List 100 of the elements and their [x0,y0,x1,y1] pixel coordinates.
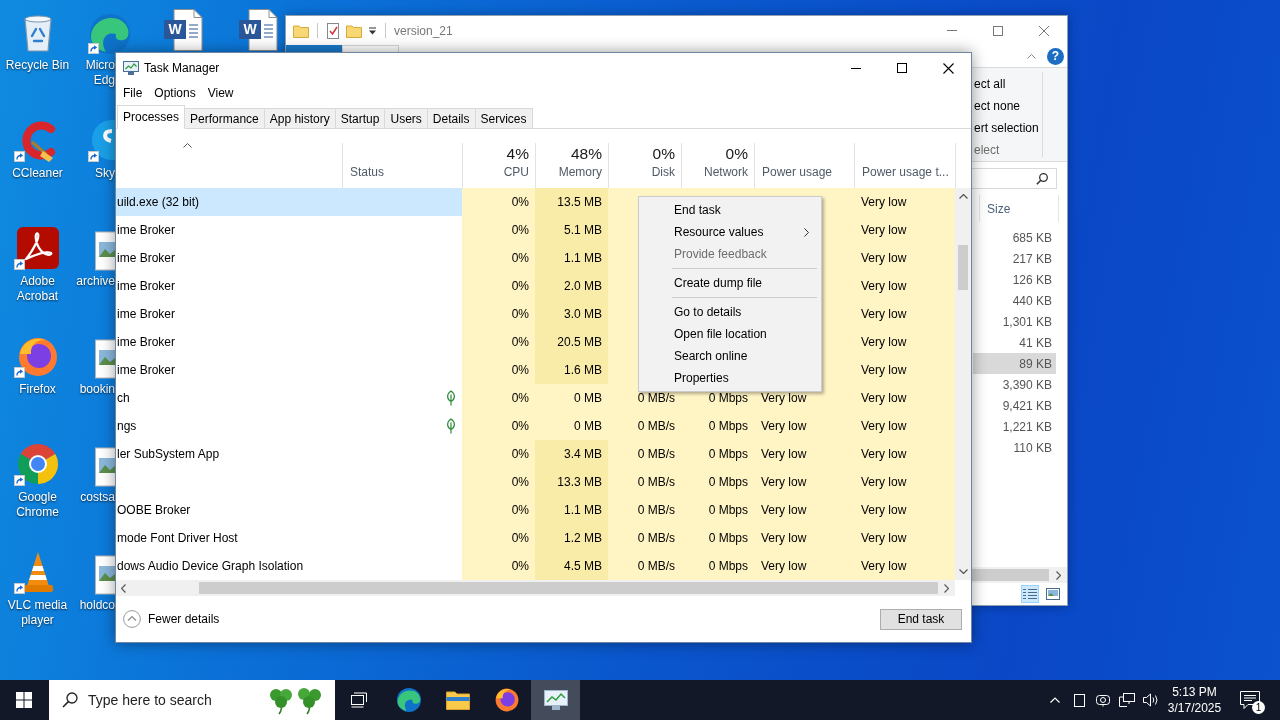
camera-icon[interactable] [1096,693,1110,707]
maximize-icon[interactable] [897,63,907,73]
firefox-icon[interactable] [494,688,519,712]
desktop-icon-label[interactable]: Adobe Acrobat [1,274,74,304]
desktop-icon-label[interactable]: bookin [79,382,115,397]
ribbon-command[interactable]: ect none [972,95,1042,117]
desktop-icon-label[interactable]: Google Chrome [1,490,74,520]
column-header[interactable]: Disk [651,164,675,180]
context-menu-item[interactable]: Create dump file [641,272,819,294]
tab[interactable]: Performance [185,108,265,129]
menu-bar-item[interactable]: View [201,83,240,103]
column-header[interactable]: CPU [503,164,529,180]
desktop-icon-label[interactable]: Recycle Bin [1,58,74,73]
tab[interactable]: Users [385,108,428,129]
menu-bar-item[interactable]: Options [148,83,202,103]
tab[interactable]: Processes [117,105,186,129]
menu-bar-item[interactable]: File [117,83,149,103]
folder-icon[interactable] [445,690,470,710]
table-cell[interactable]: dows Audio Device Graph Isolation [116,552,342,580]
collapse-ribbon-icon[interactable] [1027,53,1036,59]
vertical-scrollbar[interactable] [955,188,971,580]
column-header[interactable]: Status [350,164,456,180]
square-icon[interactable] [1073,693,1085,707]
taskbar-button[interactable] [531,680,580,720]
column-header[interactable]: Size [979,195,1059,222]
tab[interactable]: App history [264,108,336,129]
collapse-circle-icon[interactable] [123,610,141,628]
context-menu-item[interactable]: End task [641,199,819,221]
file-row[interactable]: 9,421 KB [973,395,1056,416]
file-row[interactable]: 126 KB [973,269,1056,290]
tab[interactable]: Services [475,108,533,129]
table-cell[interactable]: ime Broker [116,328,342,356]
context-menu-item[interactable]: Go to details [641,301,819,323]
fewer-details-button[interactable]: Fewer details [123,610,220,628]
column-header[interactable]: Power usage t... [862,164,949,180]
minimize-icon[interactable] [851,67,861,69]
desktop-icon-label[interactable]: costsa [80,490,115,505]
end-task-button[interactable]: End task [880,608,962,630]
table-cell[interactable]: ch [116,384,342,412]
file-row[interactable]: 440 KB [973,290,1056,311]
table-cell[interactable]: ngs [116,412,342,440]
scrollbar-thumb[interactable] [972,569,1049,581]
table-cell[interactable]: ime Broker [116,244,342,272]
table-cell[interactable]: ler SubSystem App [116,440,342,468]
ribbon-command[interactable]: ert selection [972,117,1042,139]
chevron-up-icon[interactable] [1050,697,1060,703]
scrollbar-thumb[interactable] [199,582,938,594]
horizontal-scrollbar[interactable] [116,580,955,596]
notification-icon[interactable] [1240,690,1260,710]
scroll-down-icon[interactable] [958,569,968,574]
scrollbar-thumb[interactable] [958,245,968,290]
search-field[interactable]: Type here to search [49,680,335,720]
context-menu-item[interactable]: Resource values [641,221,819,243]
file-row[interactable]: 1,301 KB [973,311,1056,332]
file-row[interactable]: 89 KB [973,353,1056,374]
checklist-icon[interactable] [326,22,340,39]
table-cell[interactable]: mode Font Driver Host [116,524,342,552]
file-row[interactable]: 1,221 KB [973,416,1056,437]
column-header[interactable]: Memory [558,164,602,180]
edge-icon[interactable] [396,688,421,712]
column-header[interactable]: Network [704,164,748,180]
volume-icon[interactable] [1143,693,1159,707]
table-cell[interactable]: uild.exe (32 bit) [116,188,342,216]
desktop-icon-label[interactable]: VLC media player [1,598,74,628]
context-menu-item[interactable]: Search online [641,345,819,367]
scroll-left-icon[interactable] [121,583,126,593]
file-row[interactable]: 685 KB [973,227,1056,248]
scroll-up-icon[interactable] [958,194,968,199]
desktop-icon-label[interactable]: CCleaner [1,166,74,181]
help-button[interactable]: ? [1047,47,1064,65]
task-view-icon[interactable] [350,692,369,708]
desktop-icon-label[interactable]: Firefox [1,382,74,397]
tab[interactable]: Startup [335,108,386,129]
desktop-icon-label[interactable]: holdco [79,598,115,613]
clock-time[interactable]: 5:13 PM [1172,684,1217,700]
tab[interactable]: Details [427,108,476,129]
table-cell[interactable]: OOBE Broker [116,496,342,524]
column-header[interactable]: Power usage [762,164,848,180]
close-icon[interactable] [942,62,954,74]
desktop-icon-label[interactable]: Micro Edg [75,58,115,88]
file-row[interactable]: 217 KB [973,248,1056,269]
file-row[interactable]: 41 KB [973,332,1056,353]
clock-date[interactable]: 3/17/2025 [1167,700,1222,716]
sort-caret-icon[interactable] [183,143,192,148]
dropdown-caret-icon[interactable] [368,26,377,35]
file-row[interactable]: 110 KB [973,437,1056,458]
desktop-icon-label[interactable]: archive [76,274,115,289]
file-row[interactable]: 3,390 KB [973,374,1056,395]
table-cell[interactable]: ime Broker [116,216,342,244]
scroll-right-icon[interactable] [1056,570,1061,580]
horizontal-scrollbar[interactable] [972,567,1067,583]
table-cell[interactable]: ime Broker [116,300,342,328]
task-manager-icon[interactable] [543,689,568,711]
network-icon[interactable] [1119,693,1135,707]
search-field[interactable] [972,168,1057,189]
edge-icon[interactable] [88,12,132,56]
desktop-icon-label[interactable]: Sky [95,166,115,181]
table-cell[interactable]: ime Broker [116,356,342,384]
table-cell[interactable]: ime Broker [116,272,342,300]
scroll-right-icon[interactable] [944,583,949,593]
